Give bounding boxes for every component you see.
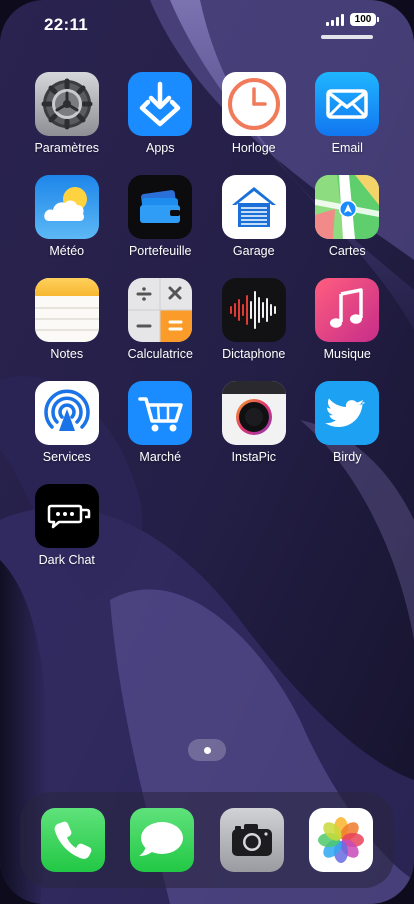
weather-sun-cloud-icon [34, 175, 99, 239]
dock-photos[interactable] [309, 808, 373, 872]
app-label: Services [42, 450, 91, 464]
app-label: Marché [139, 450, 182, 464]
music-note-icon [315, 278, 380, 342]
app-label: Dictaphone [222, 347, 286, 361]
page-dot-active [203, 746, 211, 754]
app-apps[interactable]: Apps [114, 72, 208, 155]
app-label: Cartes [328, 244, 366, 258]
app-dark-chat[interactable]: Dark Chat [20, 484, 114, 567]
app-label: Météo [49, 244, 85, 258]
app-instapic[interactable]: InstaPic [207, 381, 301, 464]
app-horloge[interactable]: Horloge [207, 72, 301, 155]
app-notes[interactable]: Notes [20, 278, 114, 361]
battery-level: 100 [354, 14, 372, 25]
voice-memo-waveform-icon [221, 278, 286, 342]
app-label: Paramètres [34, 141, 100, 155]
app-label: Horloge [231, 141, 276, 155]
app-musique[interactable]: Musique [301, 278, 395, 361]
app-services[interactable]: Services [20, 381, 114, 464]
dock-camera[interactable] [220, 808, 284, 872]
control-center-handle[interactable] [321, 35, 373, 39]
app-birdy[interactable]: Birdy [301, 381, 395, 464]
wallet-icon [128, 175, 193, 239]
camera-icon [220, 808, 284, 872]
app-email[interactable]: Email [301, 72, 395, 155]
app-store-icon [128, 72, 193, 136]
camera-lens-icon [221, 381, 286, 445]
notes-icon [34, 278, 99, 342]
app-label: Dark Chat [38, 553, 95, 567]
maps-icon [315, 175, 380, 239]
app-label: InstaPic [231, 450, 276, 464]
garage-icon [221, 175, 286, 239]
battery-icon: 100 [350, 13, 379, 26]
app-label: Portefeuille [128, 244, 192, 258]
shopping-cart-icon [128, 381, 193, 445]
status-icons: 100 [326, 13, 379, 26]
app-calculatrice[interactable]: Calculatrice [114, 278, 208, 361]
app-label: Musique [323, 347, 371, 361]
message-bubble-icon [130, 808, 194, 872]
calculator-icon [128, 278, 193, 342]
app-label: Calculatrice [127, 347, 193, 361]
app-garage[interactable]: Garage [207, 175, 301, 258]
chat-bubble-icon [34, 484, 99, 548]
app-portefeuille[interactable]: Portefeuille [114, 175, 208, 258]
mail-envelope-icon [315, 72, 380, 136]
app-dictaphone[interactable]: Dictaphone [207, 278, 301, 361]
app-meteo[interactable]: Météo [20, 175, 114, 258]
dock-messages[interactable] [130, 808, 194, 872]
dock [20, 792, 394, 888]
app-cartes[interactable]: Cartes [301, 175, 395, 258]
signal-icon [326, 13, 344, 26]
dock-phone[interactable] [41, 808, 105, 872]
app-parametres[interactable]: Paramètres [20, 72, 114, 155]
status-bar: 22:11 100 [0, 0, 414, 50]
settings-gear-icon [34, 72, 99, 136]
app-label: Birdy [333, 450, 362, 464]
clock-icon [221, 72, 286, 136]
app-label: Garage [232, 244, 275, 258]
status-time: 22:11 [44, 15, 89, 34]
airdrop-signal-icon [34, 381, 99, 445]
app-label: Apps [146, 141, 175, 155]
phone-handset-icon [41, 808, 105, 872]
app-grid: Paramètres Apps Horloge Email Météo Port… [20, 72, 394, 567]
bird-icon [315, 381, 380, 445]
page-indicator[interactable] [188, 739, 226, 761]
photos-flower-icon [309, 808, 373, 872]
app-label: Email [331, 141, 363, 155]
app-label: Notes [50, 347, 84, 361]
app-marche[interactable]: Marché [114, 381, 208, 464]
home-screen: 22:11 100 Paramètres Apps Horloge Email … [0, 0, 414, 904]
